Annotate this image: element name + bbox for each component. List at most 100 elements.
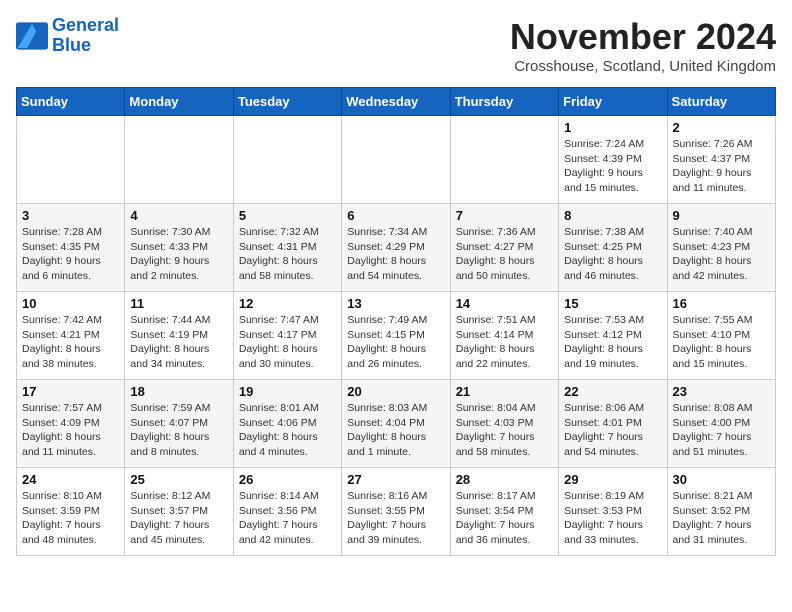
- day-info: Sunrise: 8:12 AM Sunset: 3:57 PM Dayligh…: [130, 489, 227, 548]
- day-cell: 24 Sunrise: 8:10 AM Sunset: 3:59 PM Dayli…: [17, 468, 125, 556]
- day-cell: 9 Sunrise: 7:40 AM Sunset: 4:23 PM Daylig…: [667, 204, 775, 292]
- day-info: Sunrise: 8:14 AM Sunset: 3:56 PM Dayligh…: [239, 489, 336, 548]
- day-number: 21: [456, 384, 553, 399]
- day-info: Sunrise: 7:49 AM Sunset: 4:15 PM Dayligh…: [347, 313, 444, 372]
- location: Crosshouse, Scotland, United Kingdom: [510, 58, 776, 75]
- day-cell: 5 Sunrise: 7:32 AM Sunset: 4:31 PM Daylig…: [233, 204, 341, 292]
- day-cell: 2Sunrise: 7:26 AM Sunset: 4:37 PM Daylig…: [667, 116, 775, 204]
- day-cell: 17Sunrise: 7:57 AM Sunset: 4:09 PM Dayli…: [17, 380, 125, 468]
- day-cell: 1 Sunrise: 7:24 AM Sunset: 4:39 PM Daylig…: [559, 116, 667, 204]
- day-cell: 19 Sunrise: 8:01 AM Sunset: 4:06 PM Dayli…: [233, 380, 341, 468]
- day-info: Sunrise: 7:57 AM Sunset: 4:09 PM Dayligh…: [22, 401, 119, 460]
- day-number: 20: [347, 384, 444, 399]
- month-title: November 2024: [510, 16, 776, 58]
- day-cell: 12Sunrise: 7:47 AM Sunset: 4:17 PM Dayli…: [233, 292, 341, 380]
- day-number: 19: [239, 384, 336, 399]
- day-number: 9: [673, 208, 770, 223]
- day-cell: [342, 116, 450, 204]
- day-number: 2: [673, 120, 770, 135]
- day-info: Sunrise: 8:21 AM Sunset: 3:52 PM Dayligh…: [673, 489, 770, 548]
- calendar-table: SundayMondayTuesdayWednesdayThursdayFrid…: [16, 87, 776, 556]
- day-number: 14: [456, 296, 553, 311]
- day-info: Sunrise: 8:16 AM Sunset: 3:55 PM Dayligh…: [347, 489, 444, 548]
- logo-text: General Blue: [52, 16, 119, 56]
- col-header-friday: Friday: [559, 88, 667, 116]
- day-cell: 8Sunrise: 7:38 AM Sunset: 4:25 PM Daylig…: [559, 204, 667, 292]
- col-header-thursday: Thursday: [450, 88, 558, 116]
- logo-line2: Blue: [52, 35, 91, 55]
- day-cell: 29Sunrise: 8:19 AM Sunset: 3:53 PM Dayli…: [559, 468, 667, 556]
- day-cell: [450, 116, 558, 204]
- day-number: 24: [22, 472, 119, 487]
- week-row-2: 3 Sunrise: 7:28 AM Sunset: 4:35 PM Daylig…: [17, 204, 776, 292]
- day-info: Sunrise: 8:06 AM Sunset: 4:01 PM Dayligh…: [564, 401, 661, 460]
- logo-line1: General: [52, 15, 119, 35]
- col-header-wednesday: Wednesday: [342, 88, 450, 116]
- day-cell: 21 Sunrise: 8:04 AM Sunset: 4:03 PM Dayli…: [450, 380, 558, 468]
- day-number: 30: [673, 472, 770, 487]
- day-number: 26: [239, 472, 336, 487]
- day-cell: 14 Sunrise: 7:51 AM Sunset: 4:14 PM Dayli…: [450, 292, 558, 380]
- day-cell: 10 Sunrise: 7:42 AM Sunset: 4:21 PM Dayli…: [17, 292, 125, 380]
- day-cell: 25 Sunrise: 8:12 AM Sunset: 3:57 PM Dayli…: [125, 468, 233, 556]
- day-info: Sunrise: 7:42 AM Sunset: 4:21 PM Dayligh…: [22, 313, 119, 372]
- day-cell: 16Sunrise: 7:55 AM Sunset: 4:10 PM Dayli…: [667, 292, 775, 380]
- day-number: 12: [239, 296, 336, 311]
- day-cell: 28 Sunrise: 8:17 AM Sunset: 3:54 PM Dayli…: [450, 468, 558, 556]
- day-number: 6: [347, 208, 444, 223]
- title-block: November 2024 Crosshouse, Scotland, Unit…: [510, 16, 776, 75]
- day-number: 10: [22, 296, 119, 311]
- day-info: Sunrise: 8:03 AM Sunset: 4:04 PM Dayligh…: [347, 401, 444, 460]
- day-cell: 15Sunrise: 7:53 AM Sunset: 4:12 PM Dayli…: [559, 292, 667, 380]
- day-cell: 18Sunrise: 7:59 AM Sunset: 4:07 PM Dayli…: [125, 380, 233, 468]
- calendar-header-row: SundayMondayTuesdayWednesdayThursdayFrid…: [17, 88, 776, 116]
- day-number: 15: [564, 296, 661, 311]
- day-number: 7: [456, 208, 553, 223]
- week-row-5: 24 Sunrise: 8:10 AM Sunset: 3:59 PM Dayli…: [17, 468, 776, 556]
- day-number: 23: [673, 384, 770, 399]
- day-cell: [125, 116, 233, 204]
- day-number: 29: [564, 472, 661, 487]
- col-header-saturday: Saturday: [667, 88, 775, 116]
- day-info: Sunrise: 7:32 AM Sunset: 4:31 PM Dayligh…: [239, 225, 336, 284]
- day-number: 11: [130, 296, 227, 311]
- week-row-4: 17Sunrise: 7:57 AM Sunset: 4:09 PM Dayli…: [17, 380, 776, 468]
- col-header-tuesday: Tuesday: [233, 88, 341, 116]
- day-info: Sunrise: 8:17 AM Sunset: 3:54 PM Dayligh…: [456, 489, 553, 548]
- day-info: Sunrise: 7:30 AM Sunset: 4:33 PM Dayligh…: [130, 225, 227, 284]
- col-header-sunday: Sunday: [17, 88, 125, 116]
- day-info: Sunrise: 8:01 AM Sunset: 4:06 PM Dayligh…: [239, 401, 336, 460]
- day-info: Sunrise: 7:28 AM Sunset: 4:35 PM Dayligh…: [22, 225, 119, 284]
- day-cell: 26 Sunrise: 8:14 AM Sunset: 3:56 PM Dayli…: [233, 468, 341, 556]
- day-cell: [233, 116, 341, 204]
- logo-icon: [16, 22, 48, 50]
- day-number: 5: [239, 208, 336, 223]
- day-info: Sunrise: 8:08 AM Sunset: 4:00 PM Dayligh…: [673, 401, 770, 460]
- day-cell: 11Sunrise: 7:44 AM Sunset: 4:19 PM Dayli…: [125, 292, 233, 380]
- day-cell: 27 Sunrise: 8:16 AM Sunset: 3:55 PM Dayli…: [342, 468, 450, 556]
- day-cell: 7 Sunrise: 7:36 AM Sunset: 4:27 PM Daylig…: [450, 204, 558, 292]
- day-cell: 22Sunrise: 8:06 AM Sunset: 4:01 PM Dayli…: [559, 380, 667, 468]
- day-info: Sunrise: 8:04 AM Sunset: 4:03 PM Dayligh…: [456, 401, 553, 460]
- day-cell: 23 Sunrise: 8:08 AM Sunset: 4:00 PM Dayli…: [667, 380, 775, 468]
- day-info: Sunrise: 7:55 AM Sunset: 4:10 PM Dayligh…: [673, 313, 770, 372]
- day-info: Sunrise: 7:59 AM Sunset: 4:07 PM Dayligh…: [130, 401, 227, 460]
- day-number: 13: [347, 296, 444, 311]
- day-number: 28: [456, 472, 553, 487]
- day-number: 1: [564, 120, 661, 135]
- day-info: Sunrise: 7:36 AM Sunset: 4:27 PM Dayligh…: [456, 225, 553, 284]
- day-info: Sunrise: 7:51 AM Sunset: 4:14 PM Dayligh…: [456, 313, 553, 372]
- page-header: General Blue November 2024 Crosshouse, S…: [16, 16, 776, 75]
- day-info: Sunrise: 8:10 AM Sunset: 3:59 PM Dayligh…: [22, 489, 119, 548]
- day-info: Sunrise: 7:40 AM Sunset: 4:23 PM Dayligh…: [673, 225, 770, 284]
- day-info: Sunrise: 7:24 AM Sunset: 4:39 PM Dayligh…: [564, 137, 661, 196]
- day-number: 8: [564, 208, 661, 223]
- day-number: 4: [130, 208, 227, 223]
- day-cell: 6Sunrise: 7:34 AM Sunset: 4:29 PM Daylig…: [342, 204, 450, 292]
- day-number: 25: [130, 472, 227, 487]
- day-number: 27: [347, 472, 444, 487]
- day-number: 3: [22, 208, 119, 223]
- week-row-3: 10 Sunrise: 7:42 AM Sunset: 4:21 PM Dayli…: [17, 292, 776, 380]
- day-cell: 13 Sunrise: 7:49 AM Sunset: 4:15 PM Dayli…: [342, 292, 450, 380]
- logo: General Blue: [16, 16, 119, 56]
